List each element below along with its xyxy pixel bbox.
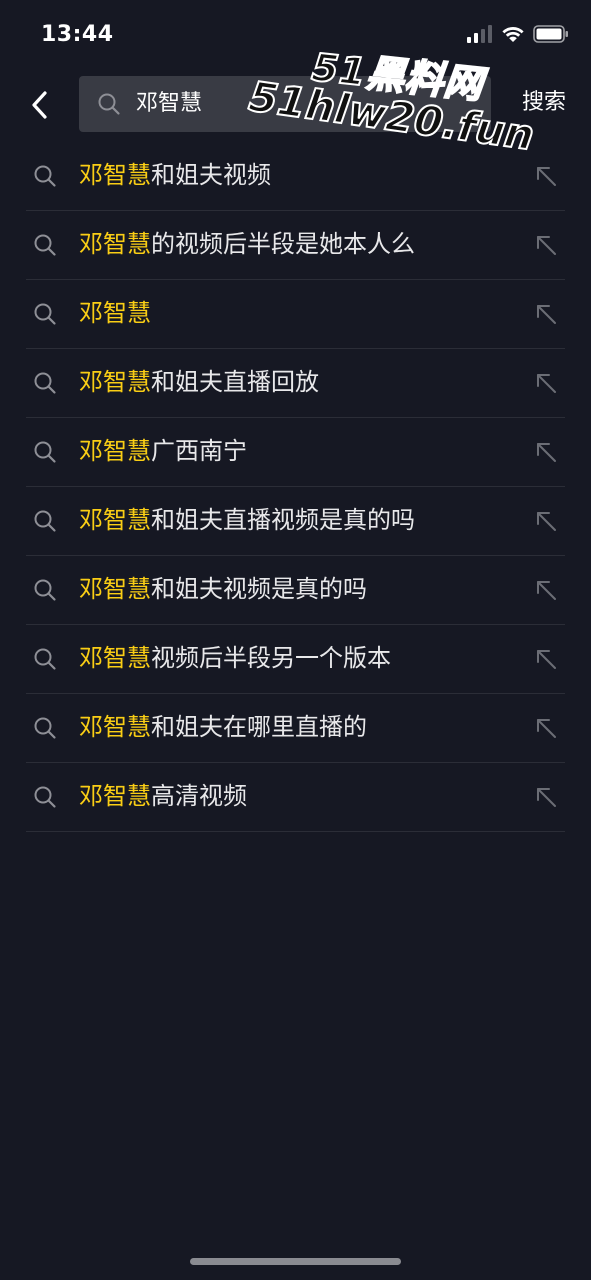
suggestion-item[interactable]: 邓智慧的视频后半段是她本人么: [26, 211, 565, 280]
search-icon: [33, 302, 57, 330]
fill-query-arrow-icon[interactable]: [535, 165, 557, 191]
suggestion-highlight: 邓智慧: [79, 368, 151, 396]
suggestion-rest: 和姐夫视频: [151, 161, 271, 189]
suggestion-item[interactable]: 邓智慧高清视频: [26, 763, 565, 832]
suggestion-text[interactable]: 邓智慧视频后半段另一个版本: [79, 642, 391, 674]
suggestion-highlight: 邓智慧: [79, 437, 151, 465]
battery-icon: [533, 25, 569, 47]
suggestion-rest: 和姐夫视频是真的吗: [151, 575, 367, 603]
suggestion-rest: 和姐夫直播回放: [151, 368, 319, 396]
cellular-signal-icon: [467, 25, 493, 47]
wifi-icon: [501, 25, 525, 47]
suggestion-item[interactable]: 邓智慧视频后半段另一个版本: [26, 625, 565, 694]
suggestion-highlight: 邓智慧: [79, 161, 151, 189]
search-icon: [33, 233, 57, 261]
suggestion-text[interactable]: 邓智慧的视频后半段是她本人么: [79, 228, 415, 260]
suggestion-rest: 和姐夫直播视频是真的吗: [151, 506, 415, 534]
search-icon: [33, 164, 57, 192]
suggestion-highlight: 邓智慧: [79, 575, 151, 603]
suggestion-rest: 高清视频: [151, 782, 247, 810]
suggestion-rest: 广西南宁: [151, 437, 247, 465]
status-icons: [467, 25, 569, 47]
suggestion-rest: 的视频后半段是她本人么: [151, 230, 415, 258]
suggestion-rest: 视频后半段另一个版本: [151, 644, 391, 672]
fill-query-arrow-icon[interactable]: [535, 372, 557, 398]
suggestion-text[interactable]: 邓智慧和姐夫视频是真的吗: [79, 573, 367, 605]
search-input[interactable]: 邓智慧: [79, 76, 491, 132]
fill-query-arrow-icon[interactable]: [535, 510, 557, 536]
home-indicator[interactable]: [190, 1258, 401, 1265]
suggestion-item[interactable]: 邓智慧和姐夫视频是真的吗: [26, 556, 565, 625]
fill-query-arrow-icon[interactable]: [535, 441, 557, 467]
suggestion-text[interactable]: 邓智慧和姐夫在哪里直播的: [79, 711, 367, 743]
search-icon: [33, 440, 57, 468]
chevron-left-icon: [32, 91, 47, 119]
suggestion-text[interactable]: 邓智慧广西南宁: [79, 435, 247, 467]
suggestion-item[interactable]: 邓智慧和姐夫直播视频是真的吗: [26, 487, 565, 556]
fill-query-arrow-icon[interactable]: [535, 234, 557, 260]
search-icon: [33, 785, 57, 813]
suggestion-rest: 和姐夫在哪里直播的: [151, 713, 367, 741]
search-icon: [33, 578, 57, 606]
search-query-text[interactable]: 邓智慧: [136, 90, 202, 118]
suggestion-item[interactable]: 邓智慧和姐夫直播回放: [26, 349, 565, 418]
search-icon: [33, 647, 57, 675]
back-button[interactable]: [22, 88, 56, 122]
suggestion-item[interactable]: 邓智慧和姐夫在哪里直播的: [26, 694, 565, 763]
search-icon: [33, 371, 57, 399]
suggestion-item[interactable]: 邓智慧广西南宁: [26, 418, 565, 487]
suggestion-highlight: 邓智慧: [79, 644, 151, 672]
suggestion-list: 邓智慧和姐夫视频 邓智慧的视频后半段是她本人么 邓智慧 邓智慧和姐夫直播回放 邓智慧广西…: [26, 142, 565, 832]
suggestion-item[interactable]: 邓智慧和姐夫视频: [26, 142, 565, 211]
search-header: 邓智慧 搜索: [0, 70, 591, 140]
suggestion-item[interactable]: 邓智慧: [26, 280, 565, 349]
fill-query-arrow-icon[interactable]: [535, 786, 557, 812]
search-icon: [33, 509, 57, 537]
suggestion-highlight: 邓智慧: [79, 299, 151, 327]
status-bar: 13:44: [0, 0, 591, 70]
suggestion-text[interactable]: 邓智慧和姐夫直播视频是真的吗: [79, 504, 415, 536]
fill-query-arrow-icon[interactable]: [535, 303, 557, 329]
suggestion-text[interactable]: 邓智慧和姐夫视频: [79, 159, 271, 191]
suggestion-highlight: 邓智慧: [79, 782, 151, 810]
fill-query-arrow-icon[interactable]: [535, 579, 557, 605]
search-icon: [33, 716, 57, 744]
fill-query-arrow-icon[interactable]: [535, 717, 557, 743]
search-submit-button[interactable]: 搜索: [522, 89, 566, 117]
status-time: 13:44: [41, 22, 114, 47]
fill-query-arrow-icon[interactable]: [535, 648, 557, 674]
suggestion-text[interactable]: 邓智慧: [79, 297, 151, 329]
suggestion-text[interactable]: 邓智慧和姐夫直播回放: [79, 366, 319, 398]
suggestion-highlight: 邓智慧: [79, 713, 151, 741]
search-icon: [97, 92, 121, 120]
suggestion-highlight: 邓智慧: [79, 230, 151, 258]
suggestion-text[interactable]: 邓智慧高清视频: [79, 780, 247, 812]
suggestion-highlight: 邓智慧: [79, 506, 151, 534]
